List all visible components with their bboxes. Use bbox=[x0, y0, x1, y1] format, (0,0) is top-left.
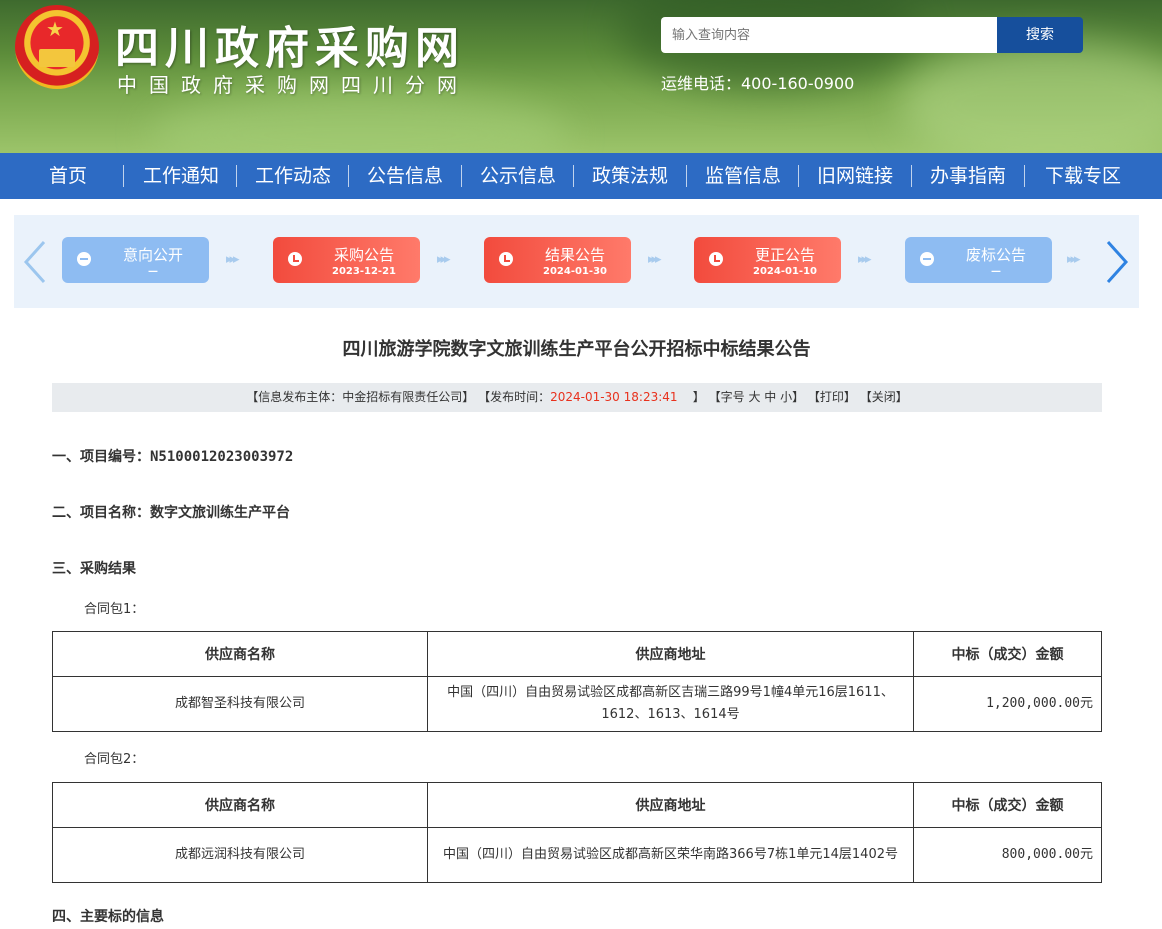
supplier-name: 成都智圣科技有限公司 bbox=[52, 676, 428, 732]
table-row: 成都远润科技有限公司 中国（四川）自由贸易试验区成都高新区荣华南路366号7栋1… bbox=[52, 827, 1102, 883]
step-date: 2023-12-21 bbox=[332, 266, 396, 277]
flow-prev-icon[interactable] bbox=[22, 240, 48, 292]
table-row: 成都智圣科技有限公司 中国（四川）自由贸易试验区成都高新区吉瑞三路99号1幢4单… bbox=[52, 676, 1102, 732]
result-table-package-1: 供应商名称 供应商地址 中标（成交）金额 成都智圣科技有限公司 中国（四川）自由… bbox=[52, 631, 1102, 732]
flow-arrow-icon: ▸▸▸ bbox=[226, 252, 239, 267]
step-date: 2024-01-30 bbox=[543, 266, 607, 277]
font-size-controls[interactable]: 【字号 大 中 小】 bbox=[709, 390, 804, 404]
bid-amount: 800,000.00元 bbox=[913, 827, 1102, 883]
nav-item-policies[interactable]: 政策法规 bbox=[592, 153, 668, 199]
section-project-number: 一、项目编号：N5100012023003972 bbox=[52, 446, 293, 466]
nav-separator bbox=[686, 165, 687, 187]
flow-arrow-icon: ▸▸▸ bbox=[437, 252, 450, 267]
nav-item-downloads[interactable]: 下载专区 bbox=[1045, 153, 1121, 199]
nav-item-announcements[interactable]: 公告信息 bbox=[367, 153, 443, 199]
search-input[interactable] bbox=[661, 17, 997, 53]
nav-item-publicity[interactable]: 公示信息 bbox=[480, 153, 556, 199]
nav-separator bbox=[1024, 165, 1025, 187]
header-supplier-name: 供应商名称 bbox=[52, 631, 428, 677]
publish-time-end: 】 bbox=[692, 390, 705, 404]
national-emblem-icon: ★ bbox=[15, 5, 99, 89]
supplier-address: 中国（四川）自由贸易试验区成都高新区吉瑞三路99号1幢4单元16层1611、16… bbox=[427, 676, 914, 732]
nav-separator bbox=[798, 165, 799, 187]
nav-item-supervision[interactable]: 监管信息 bbox=[705, 153, 781, 199]
publish-time-value: 2024-01-30 18:23:41 bbox=[550, 390, 678, 404]
header-bid-amount: 中标（成交）金额 bbox=[913, 782, 1102, 828]
minus-circle-icon bbox=[920, 252, 934, 266]
section-project-name: 二、项目名称：数字文旅训练生产平台 bbox=[52, 505, 290, 521]
minus-circle-icon bbox=[77, 252, 91, 266]
flow-arrow-icon: ▸▸▸ bbox=[648, 252, 661, 267]
nav-separator bbox=[461, 165, 462, 187]
flow-step-result-notice[interactable]: 结果公告 2024-01-30 bbox=[484, 237, 631, 283]
nav-separator bbox=[911, 165, 912, 187]
supplier-name: 成都远润科技有限公司 bbox=[52, 827, 428, 883]
clock-icon bbox=[288, 252, 302, 266]
nav-separator bbox=[573, 165, 574, 187]
article-meta-bar: 【信息发布主体：中金招标有限责任公司】 【发布时间：2024-01-30 18:… bbox=[52, 383, 1102, 412]
nav-item-work-notice[interactable]: 工作通知 bbox=[143, 153, 219, 199]
nav-separator bbox=[348, 165, 349, 187]
header-supplier-name: 供应商名称 bbox=[52, 782, 428, 828]
flow-next-icon[interactable] bbox=[1104, 240, 1130, 292]
nav-item-home[interactable]: 首页 bbox=[49, 153, 87, 199]
flow-step-purchase-notice[interactable]: 采购公告 2023-12-21 bbox=[273, 237, 420, 283]
flow-arrow-icon: ▸▸▸ bbox=[1067, 252, 1080, 267]
result-table-package-2: 供应商名称 供应商地址 中标（成交）金额 成都远润科技有限公司 中国（四川）自由… bbox=[52, 782, 1102, 883]
publisher-info: 【信息发布主体：中金招标有限责任公司】 bbox=[246, 390, 475, 404]
site-title: 四川政府采购网 bbox=[115, 23, 465, 74]
step-date: — bbox=[148, 266, 158, 277]
flow-step-cancel-notice[interactable]: 废标公告 — bbox=[905, 237, 1052, 283]
publish-time-label: 【发布时间： bbox=[478, 390, 551, 404]
step-label: 采购公告 bbox=[333, 246, 394, 264]
close-link[interactable]: 【关闭】 bbox=[860, 390, 908, 404]
header-supplier-address: 供应商地址 bbox=[427, 631, 914, 677]
flow-arrow-icon: ▸▸▸ bbox=[858, 252, 871, 267]
clock-icon bbox=[709, 252, 723, 266]
nav-separator bbox=[236, 165, 237, 187]
print-link[interactable]: 【打印】 bbox=[808, 390, 856, 404]
header-supplier-address: 供应商地址 bbox=[427, 782, 914, 828]
header-bg-shape bbox=[150, 90, 570, 153]
site-subtitle: 中国政府采购网四川分网 bbox=[117, 73, 469, 97]
bid-amount: 1,200,000.00元 bbox=[913, 676, 1102, 732]
clock-icon bbox=[499, 252, 513, 266]
table-header-row: 供应商名称 供应商地址 中标（成交）金额 bbox=[52, 782, 1102, 828]
project-number-label: 一、项目编号： bbox=[52, 449, 150, 465]
step-label: 更正公告 bbox=[754, 246, 815, 264]
section-main-subject: 四、主要标的信息 bbox=[52, 909, 164, 925]
package-label: 合同包2： bbox=[84, 752, 145, 767]
step-label: 废标公告 bbox=[965, 246, 1026, 264]
header-bid-amount: 中标（成交）金额 bbox=[913, 631, 1102, 677]
project-number-value: N5100012023003972 bbox=[150, 449, 294, 465]
nav-separator bbox=[123, 165, 124, 187]
supplier-address: 中国（四川）自由贸易试验区成都高新区荣华南路366号7栋1单元14层1402号 bbox=[427, 827, 914, 883]
header-bg-shape bbox=[900, 40, 1162, 153]
section-procurement-result: 三、采购结果 bbox=[52, 561, 136, 577]
step-date: — bbox=[991, 266, 1001, 277]
step-date: 2024-01-10 bbox=[753, 266, 817, 277]
nav-item-guide[interactable]: 办事指南 bbox=[930, 153, 1006, 199]
flow-step-correction-notice[interactable]: 更正公告 2024-01-10 bbox=[694, 237, 841, 283]
main-nav: 首页 工作通知 工作动态 公告信息 公示信息 政策法规 监管信息 旧网链接 办事… bbox=[0, 153, 1162, 199]
table-header-row: 供应商名称 供应商地址 中标（成交）金额 bbox=[52, 631, 1102, 677]
hotline-text: 运维电话：400-160-0900 bbox=[661, 74, 855, 93]
nav-item-old-site[interactable]: 旧网链接 bbox=[817, 153, 893, 199]
article-title: 四川旅游学院数字文旅训练生产平台公开招标中标结果公告 bbox=[342, 339, 811, 360]
site-header: ★ 四川政府采购网 中国政府采购网四川分网 搜索 运维电话：400-160-09… bbox=[0, 0, 1162, 153]
step-label: 结果公告 bbox=[544, 246, 605, 264]
package-label: 合同包1： bbox=[84, 602, 145, 617]
step-label: 意向公开 bbox=[122, 246, 183, 264]
search-button[interactable]: 搜索 bbox=[997, 17, 1083, 53]
nav-item-work-news[interactable]: 工作动态 bbox=[255, 153, 331, 199]
flow-step-intent[interactable]: 意向公开 — bbox=[62, 237, 209, 283]
